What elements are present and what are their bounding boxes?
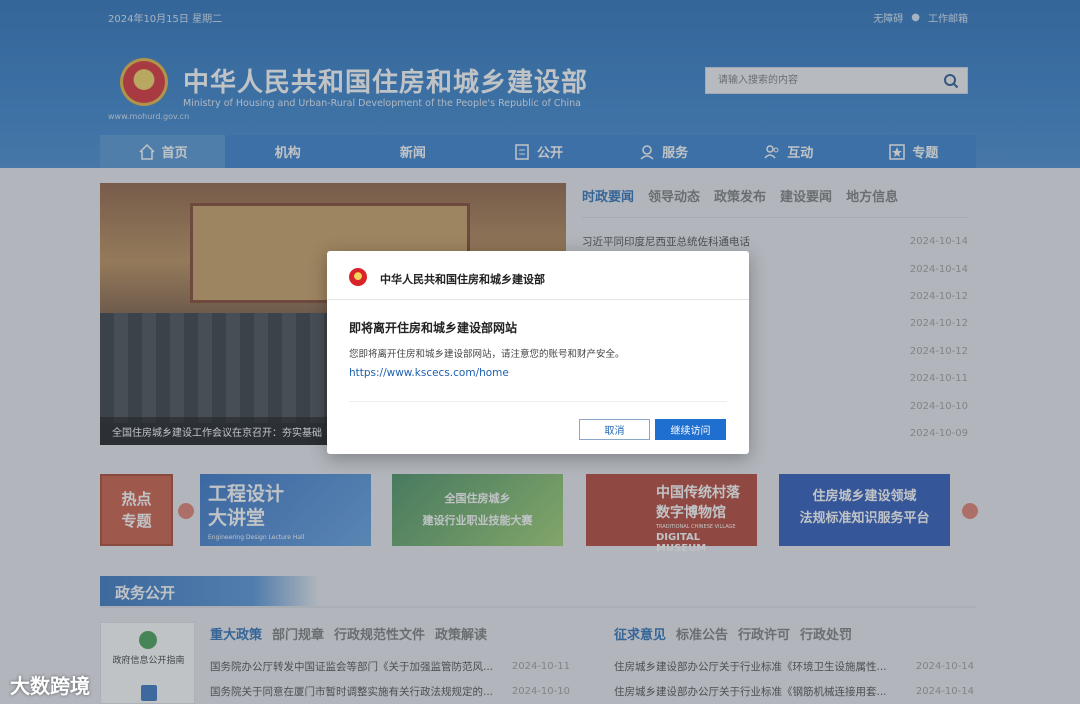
- target-url[interactable]: https://www.kscecs.com/home: [349, 367, 509, 379]
- national-emblem-icon: [349, 268, 367, 286]
- watermark: 大数跨境: [10, 674, 90, 698]
- page: 2024年10月15日 星期二 无障碍 ● 工作邮箱 www.mohurd.go…: [0, 0, 1080, 704]
- dialog-header: 中华人民共和国住房和城乡建设部: [380, 273, 545, 286]
- divider: [349, 401, 727, 402]
- dialog-title: 即将离开住房和城乡建设部网站: [349, 321, 518, 335]
- continue-button[interactable]: 继续访问: [655, 419, 726, 440]
- divider: [327, 299, 749, 300]
- cancel-button[interactable]: 取消: [579, 419, 650, 440]
- leave-site-dialog: 中华人民共和国住房和城乡建设部 即将离开住房和城乡建设部网站 您即将离开住房和城…: [327, 251, 749, 454]
- dialog-message: 您即将离开住房和城乡建设部网站，请注意您的账号和财产安全。: [349, 349, 625, 360]
